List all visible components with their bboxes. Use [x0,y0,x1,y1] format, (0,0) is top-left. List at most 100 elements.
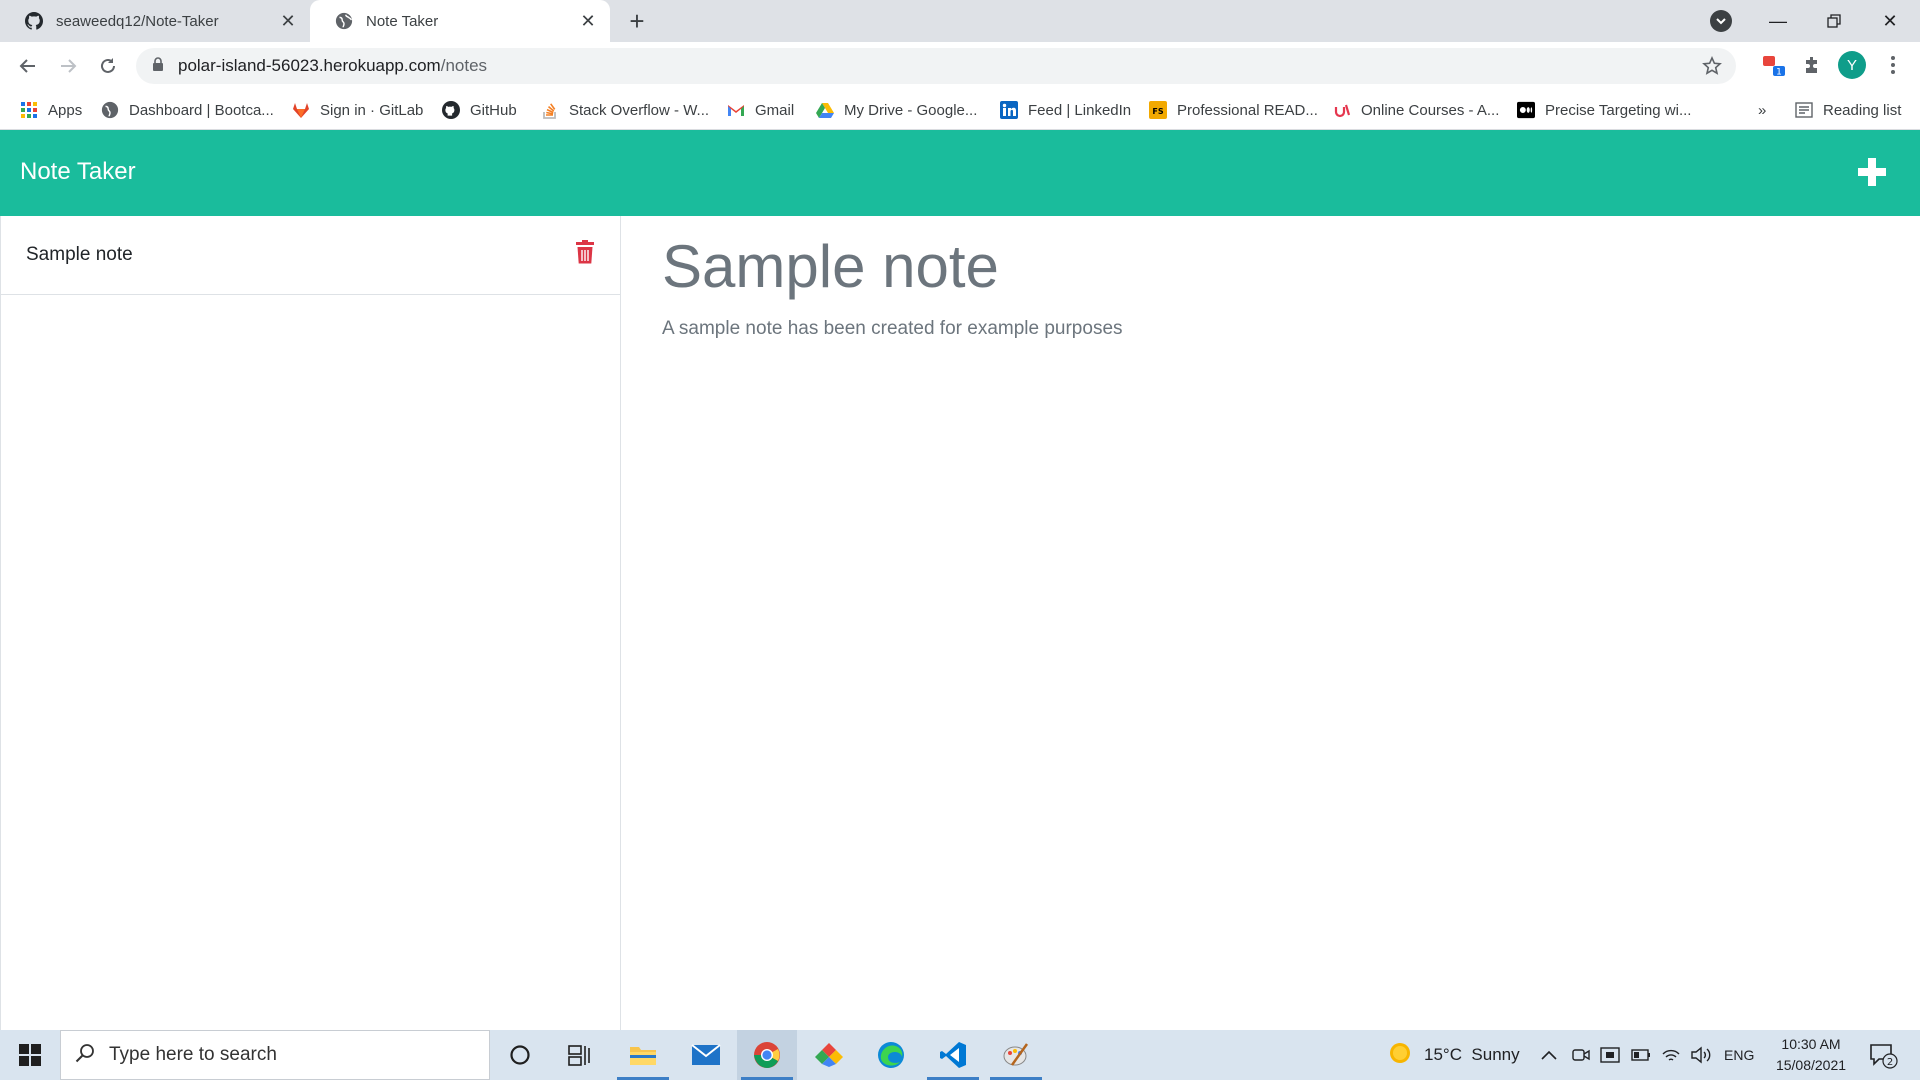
close-window-icon[interactable]: ✕ [1862,0,1918,42]
wifi-icon[interactable] [1661,1030,1681,1080]
bookmark-label: My Drive - Google... [844,101,978,119]
taskbar-search-input[interactable]: Type here to search [60,1030,490,1080]
tab-github[interactable]: seaweedq12/Note-Taker ✕ [0,0,310,42]
stackoverflow-icon [541,101,559,119]
notification-count: 2 [1887,1057,1893,1068]
weather-text: 15°C Sunny [1424,1045,1520,1064]
file-explorer-icon[interactable] [613,1030,673,1080]
bookmark-label: Dashboard | Bootca... [129,101,274,119]
list-item[interactable]: Sample note [1,216,620,295]
bookmark-professional-read[interactable]: FS Professional READ... [1149,90,1318,130]
tab-title: Note Taker [366,12,439,30]
battery-icon[interactable] [1631,1030,1651,1080]
url-host: polar-island-56023.herokuapp.com [178,56,441,75]
bookmark-udemy[interactable]: Online Courses - A... [1333,90,1499,130]
bookmark-gitlab[interactable]: Sign in · GitLab [292,90,423,130]
bookmark-label: Precise Targeting wi... [1545,101,1692,119]
minimize-icon[interactable]: — [1750,0,1806,42]
github-icon [442,101,460,119]
reload-icon[interactable] [92,50,124,82]
tab-note-taker[interactable]: Note Taker ✕ [310,0,610,42]
medium-icon [1517,101,1535,119]
reading-list-icon [1795,101,1813,119]
note-list-title: Sample note [26,244,133,265]
extension-icon[interactable]: 1 [1759,50,1789,80]
bookmarks-overflow-chevron-icon[interactable]: » [1758,90,1766,130]
note-editor: Sample note A sample note has been creat… [622,216,1920,1030]
extension-badge: 1 [1776,68,1782,78]
bookmark-stackoverflow[interactable]: Stack Overflow - W... [541,90,709,130]
paint-icon[interactable] [986,1030,1046,1080]
language-indicator[interactable]: ENG [1724,1030,1754,1080]
apps-grid-icon [20,101,38,119]
bookmark-gmail[interactable]: Gmail [727,90,794,130]
new-tab-icon[interactable]: + [622,6,652,36]
bookmark-label: Gmail [755,101,795,119]
trash-icon[interactable] [576,240,598,266]
task-view-icon[interactable] [550,1030,610,1080]
gmail-icon [727,101,745,119]
bookmarks-bar: Apps Dashboard | Bootca... Sign in · Git… [0,90,1920,130]
browser-toolbar: polar-island-56023.herokuapp.com/notes [0,42,1920,90]
meet-now-icon[interactable] [1572,1030,1590,1080]
mail-icon[interactable] [676,1030,736,1080]
lock-icon[interactable] [152,56,164,76]
gitlab-icon [292,101,310,119]
cortana-icon[interactable] [490,1030,550,1080]
close-icon[interactable]: ✕ [574,7,602,35]
clock-time: 10:30 AM [1781,1036,1841,1052]
close-icon[interactable]: ✕ [274,7,302,35]
notification-icon[interactable]: 2 [1868,1030,1898,1080]
app-brand[interactable]: Note Taker [20,158,136,186]
device-icon[interactable] [1600,1030,1620,1080]
github-icon [24,11,44,31]
reading-list-label: Reading list [1823,101,1902,119]
linkedin-icon [1000,101,1018,119]
browser-tab-strip: seaweedq12/Note-Taker ✕ Note Taker ✕ + —… [0,0,1920,42]
bookmark-star-icon[interactable] [1702,56,1722,81]
bookmark-label: Apps [48,101,83,119]
bookmark-medium[interactable]: Precise Targeting wi... [1517,90,1691,130]
bookmark-label: Feed | LinkedIn [1028,101,1132,119]
volume-icon[interactable] [1690,1030,1712,1080]
taskbar-search-placeholder: Type here to search [109,1044,277,1065]
bookmark-apps[interactable]: Apps [20,90,82,130]
tab-title: seaweedq12/Note-Taker [56,12,219,30]
note-text-area[interactable]: A sample note has been created for examp… [662,318,1123,340]
sun-icon [1388,1041,1412,1070]
svg-text:FS: FS [1152,107,1163,116]
tab-search-icon[interactable] [1710,10,1732,32]
chevron-up-icon[interactable] [1541,1030,1557,1080]
chrome-icon[interactable] [737,1030,797,1080]
taskbar-clock[interactable]: 10:30 AM 15/08/2021 [1764,1034,1858,1076]
address-bar[interactable]: polar-island-56023.herokuapp.com/notes [136,48,1736,84]
bookmark-google-drive[interactable]: My Drive - Google... [816,90,977,130]
windows-taskbar: Type here to search 15°C Sunny ENG 10:30… [0,1030,1920,1080]
bookmark-github[interactable]: GitHub [442,90,517,130]
weather-widget[interactable]: 15°C Sunny [1388,1030,1520,1080]
sourcetree-icon[interactable] [799,1030,859,1080]
vscode-icon[interactable] [923,1030,983,1080]
note-title-input[interactable]: Sample note [662,232,999,301]
back-icon[interactable] [12,50,44,82]
bookmark-label: Professional READ... [1177,101,1318,119]
fs-icon: FS [1149,101,1167,119]
windows-start-icon[interactable] [0,1030,60,1080]
url-path: /notes [440,56,488,75]
plus-icon[interactable] [1852,152,1892,192]
bookmark-label: Stack Overflow - W... [569,101,710,119]
puzzle-icon[interactable] [1797,50,1827,80]
notes-list: Sample note [0,216,621,1030]
forward-icon[interactable] [52,50,84,82]
restore-icon[interactable] [1806,0,1862,42]
profile-avatar[interactable]: Y [1838,51,1866,79]
menu-kebab-icon[interactable] [1878,50,1908,80]
bookmark-dashboard[interactable]: Dashboard | Bootca... [101,90,274,130]
edge-icon[interactable] [861,1030,921,1080]
google-drive-icon [816,101,834,119]
bookmark-label: Sign in · GitLab [320,101,424,119]
bookmark-linkedin[interactable]: Feed | LinkedIn [1000,90,1131,130]
bookmark-label: GitHub [470,101,517,119]
globe-icon [334,11,354,31]
reading-list-button[interactable]: Reading list [1795,90,1901,130]
